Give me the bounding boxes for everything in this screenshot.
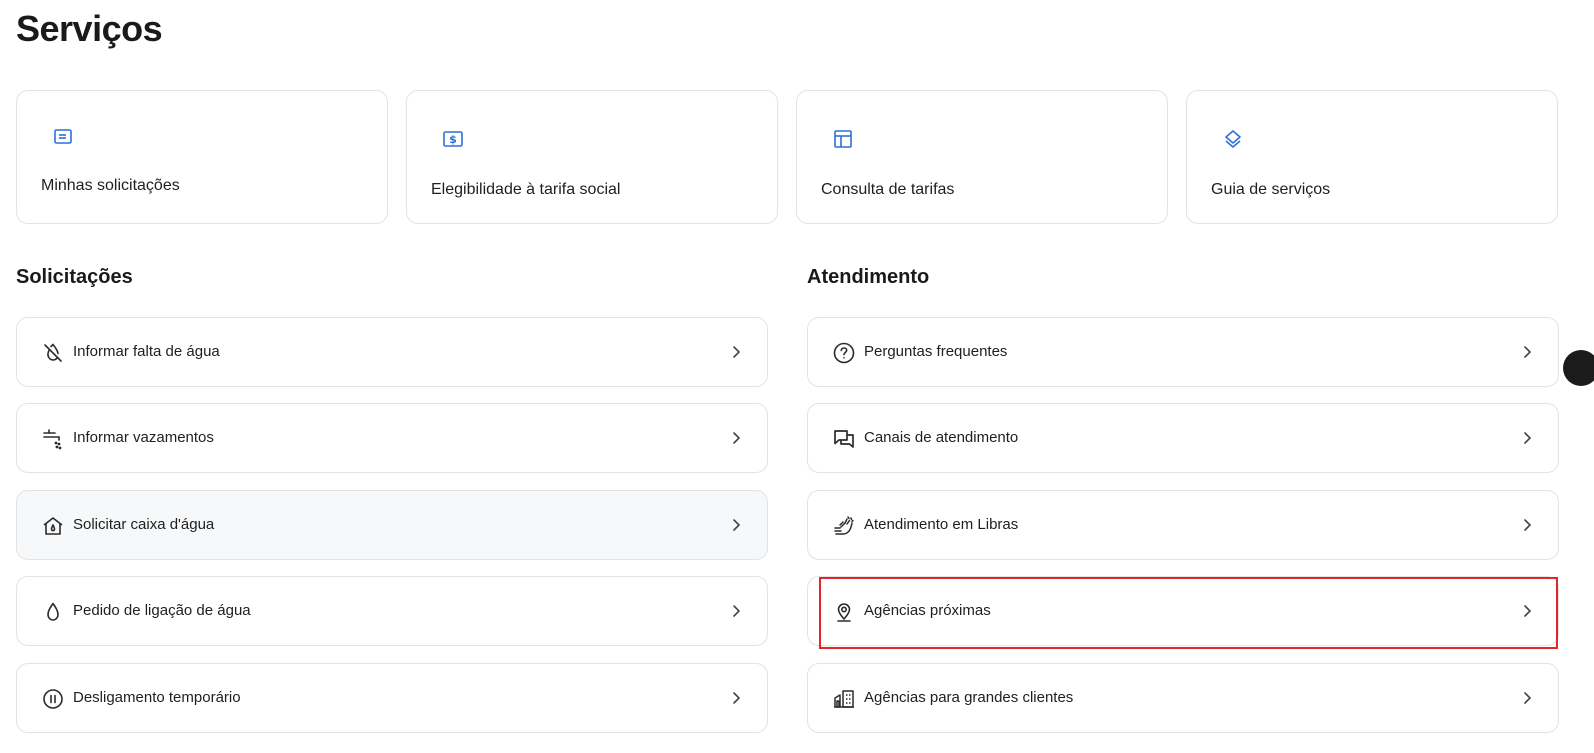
list-item-label: Agências para grandes clientes (864, 689, 1074, 706)
list-item-label: Agências próximas (864, 602, 991, 619)
list-item-label: Pedido de ligação de água (73, 602, 251, 619)
quick-card-label: Consulta de tarifas (821, 181, 955, 198)
faucet-leak-icon (41, 427, 65, 451)
list-item-atendimento-libras[interactable]: Atendimento em Libras (807, 490, 1559, 560)
list-item-label: Informar vazamentos (73, 429, 214, 446)
list-item-pedido-ligacao-agua[interactable]: Pedido de ligação de água (16, 576, 768, 646)
quick-card-label: Elegibilidade à tarifa social (431, 181, 621, 198)
question-circle-icon (832, 341, 856, 365)
list-item-label: Informar falta de água (73, 343, 220, 360)
quick-card-minhas-solicitacoes[interactable]: Minhas solicitações (16, 90, 388, 224)
buildings-icon (832, 687, 856, 711)
pause-circle-icon (41, 687, 65, 711)
services-page: Serviços Minhas solicitações $ Elegibili… (0, 0, 1594, 753)
list-item-label: Canais de atendimento (864, 429, 1019, 446)
card-icon (51, 125, 75, 149)
dollar-icon: $ (441, 127, 465, 151)
table-icon (831, 127, 855, 151)
list-item-informar-falta-agua[interactable]: Informar falta de água (16, 317, 768, 387)
list-item-agencias-grandes-clientes[interactable]: Agências para grandes clientes (807, 663, 1559, 733)
floating-handle-button[interactable] (1563, 350, 1594, 386)
no-water-drop-icon (41, 341, 65, 365)
list-item-informar-vazamentos[interactable]: Informar vazamentos (16, 403, 768, 473)
svg-text:$: $ (449, 133, 457, 146)
chevron-right-icon (727, 429, 745, 447)
quick-card-guia-servicos[interactable]: Guia de serviços (1186, 90, 1558, 224)
list-item-agencias-proximas[interactable]: Agências próximas (807, 576, 1559, 646)
sign-language-icon (832, 514, 856, 538)
chat-bubbles-icon (832, 427, 856, 451)
list-item-perguntas-frequentes[interactable]: Perguntas frequentes (807, 317, 1559, 387)
list-item-label: Atendimento em Libras (864, 516, 1019, 533)
list-item-label: Desligamento temporário (73, 689, 241, 706)
layers-icon (1221, 127, 1245, 151)
section-title-solicitacoes: Solicitações (16, 266, 133, 288)
list-item-solicitar-caixa-agua[interactable]: Solicitar caixa d'água (16, 490, 768, 560)
chevron-right-icon (1518, 343, 1536, 361)
chevron-right-icon (1518, 429, 1536, 447)
chevron-right-icon (727, 602, 745, 620)
quick-card-consulta-tarifas[interactable]: Consulta de tarifas (796, 90, 1168, 224)
list-item-canais-atendimento[interactable]: Canais de atendimento (807, 403, 1559, 473)
list-item-desligamento-temporario[interactable]: Desligamento temporário (16, 663, 768, 733)
chevron-right-icon (1518, 602, 1536, 620)
list-item-label: Solicitar caixa d'água (73, 516, 215, 533)
quick-card-label: Guia de serviços (1211, 181, 1331, 198)
chevron-right-icon (727, 516, 745, 534)
chevron-right-icon (727, 689, 745, 707)
house-icon (41, 514, 65, 538)
map-pin-icon (832, 600, 856, 624)
chevron-right-icon (1518, 689, 1536, 707)
chevron-right-icon (727, 343, 745, 361)
chevron-right-icon (1518, 516, 1536, 534)
section-title-atendimento: Atendimento (807, 266, 930, 288)
list-item-label: Perguntas frequentes (864, 343, 1008, 360)
page-title: Serviços (16, 8, 163, 49)
quick-card-tarifa-social[interactable]: $ Elegibilidade à tarifa social (406, 90, 778, 224)
quick-card-label: Minhas solicitações (41, 177, 180, 194)
water-drop-icon (41, 600, 65, 624)
